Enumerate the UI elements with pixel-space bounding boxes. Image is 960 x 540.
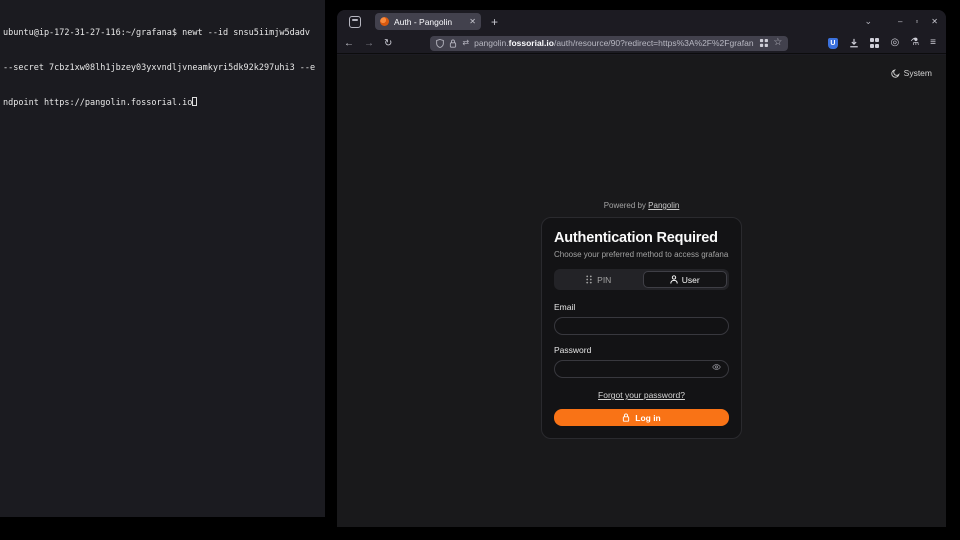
terminal-cursor [192,97,197,106]
powered-by: Powered by Pangolin [541,201,742,210]
show-password-eye-icon[interactable] [712,364,721,370]
login-button-label: Log in [635,413,661,423]
firefox-view-icon[interactable] [349,16,361,28]
page-content: System Powered by Pangolin Authenticatio… [337,55,946,527]
lock-icon[interactable] [449,39,457,48]
terminal-line: ubuntu@ip-172-31-27-116:~/grafana$ newt … [3,28,322,40]
pangolin-favicon-icon [380,17,389,26]
password-field[interactable] [554,360,729,378]
back-button[interactable]: ← [344,38,354,49]
browser-window: Auth - Pangolin ✕ + ⌄ – ▫ ✕ ← → ↻ ⇄ [337,10,946,527]
theme-toggle-label: System [904,68,932,78]
url-prefix: pangolin. [474,38,509,48]
maximize-button[interactable]: ▫ [915,17,918,26]
browser-nav-bar: ← → ↻ ⇄ pangolin.fossorial.io/auth/resou… [337,33,946,54]
password-manager-extension-icon[interactable]: U [828,38,838,49]
card-subtitle: Choose your preferred method to access g… [554,250,729,259]
login-lock-icon [622,413,630,422]
url-path: /auth/resource/90?redirect=https%3A%2F%2… [554,38,754,48]
terminal-line-text: ndpoint https://pangolin.fossorial.io [3,98,192,108]
new-tab-button[interactable]: + [491,15,498,29]
moon-icon [891,69,900,78]
bookmark-star-icon[interactable]: ☆ [773,38,782,48]
powered-by-text: Powered by [604,201,646,210]
forward-button[interactable]: → [364,38,374,49]
tab-close-icon[interactable]: ✕ [469,17,476,26]
email-label: Email [554,302,729,312]
card-title: Authentication Required [554,230,729,246]
tab-pin-label: PIN [597,275,611,285]
tracking-protection-shield-icon[interactable] [436,39,444,48]
keypad-icon [585,275,593,284]
auth-column: Powered by Pangolin Authentication Requi… [541,201,742,439]
terminal-line: --secret 7cbz1xw08lh1jbzey03yxvndljvneam… [3,63,322,75]
tab-user-label: User [682,275,700,285]
tab-pin[interactable]: PIN [556,271,641,288]
tab-auth-pangolin[interactable]: Auth - Pangolin ✕ [375,13,481,30]
minimize-button[interactable]: – [898,17,902,26]
password-label: Password [554,345,729,355]
login-button[interactable]: Log in [554,409,729,426]
reload-button[interactable]: ↻ [384,38,392,49]
pangolin-link[interactable]: Pangolin [648,201,679,210]
tab-user[interactable]: User [643,271,728,288]
permissions-swap-icon[interactable]: ⇄ [462,39,469,47]
toolbar-icons: U ◎ ⚗ ≡ [828,38,939,49]
email-field[interactable] [554,317,729,335]
browser-tab-bar: Auth - Pangolin ✕ + ⌄ – ▫ ✕ [337,10,946,33]
user-icon [670,275,678,284]
terminal-window[interactable]: ubuntu@ip-172-31-27-116:~/grafana$ newt … [0,0,325,517]
terminal-line: ndpoint https://pangolin.fossorial.io [3,97,322,110]
theme-toggle[interactable]: System [891,68,932,78]
url-domain: fossorial.io [509,38,554,48]
recorder-ring-icon[interactable]: ◎ [890,38,899,48]
auth-card: Authentication Required Choose your pref… [541,217,742,439]
tabbar-right-controls: ⌄ – ▫ ✕ [864,16,942,27]
auth-method-tabs: PIN User [554,269,729,290]
tab-list-chevron-icon[interactable]: ⌄ [864,16,872,27]
urlbar-extension-grid-icon[interactable] [760,39,768,47]
extensions-icon[interactable] [870,38,880,48]
url-bar[interactable]: ⇄ pangolin.fossorial.io/auth/resource/90… [430,36,788,51]
flask-extension-icon[interactable]: ⚗ [910,38,919,48]
password-wrap [554,355,729,378]
url-text[interactable]: pangolin.fossorial.io/auth/resource/90?r… [474,38,754,48]
downloads-icon[interactable] [849,38,859,48]
menu-icon[interactable]: ≡ [930,38,936,48]
forgot-password-link[interactable]: Forgot your password? [554,390,729,400]
window-controls: – ▫ ✕ [898,17,942,26]
close-button[interactable]: ✕ [931,17,938,26]
tab-title: Auth - Pangolin [394,17,464,27]
